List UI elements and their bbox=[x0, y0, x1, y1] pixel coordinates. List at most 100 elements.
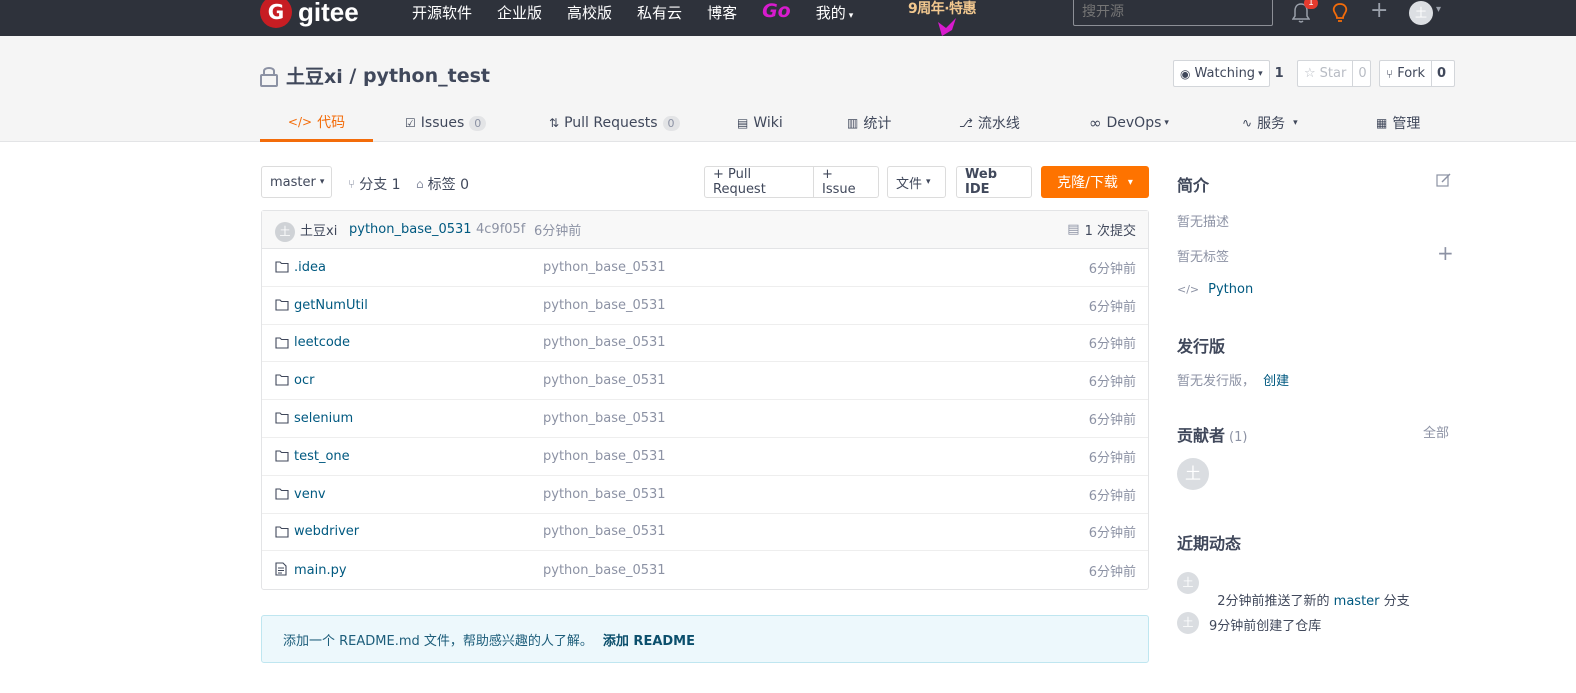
fork-count[interactable]: 0 bbox=[1431, 61, 1451, 86]
table-row[interactable]: main.py python_base_0531 6分钟前 bbox=[262, 551, 1148, 589]
file-commit-link[interactable]: python_base_0531 bbox=[543, 524, 666, 539]
gitee-logo[interactable]: G gitee bbox=[260, 0, 359, 28]
web-ide-button[interactable]: Web IDE bbox=[956, 166, 1032, 198]
file-commit-link[interactable]: python_base_0531 bbox=[543, 449, 666, 464]
file-menu-button[interactable]: 文件 ▾ bbox=[887, 166, 946, 198]
search-input[interactable] bbox=[1073, 0, 1273, 26]
fork-icon: ⑂ bbox=[1386, 66, 1394, 81]
nav-open-source[interactable]: 开源软件 bbox=[412, 2, 472, 23]
nav-enterprise[interactable]: 企业版 bbox=[497, 2, 542, 23]
tab-issues[interactable]: ☑ Issues 0 bbox=[405, 104, 487, 142]
chevron-down-icon: ▾ bbox=[848, 11, 854, 21]
file-name-link[interactable]: venv bbox=[294, 487, 326, 502]
table-row[interactable]: venv python_base_0531 6分钟前 bbox=[262, 476, 1148, 514]
commits-link[interactable]: ▤ 1 次提交 bbox=[1067, 220, 1136, 239]
table-row[interactable]: getNumUtil python_base_0531 6分钟前 bbox=[262, 287, 1148, 325]
repo-owner-link[interactable]: 土豆xi bbox=[286, 62, 343, 89]
repo-name-link[interactable]: python_test bbox=[363, 65, 490, 87]
edit-icon[interactable] bbox=[1436, 173, 1451, 192]
commit-hash[interactable]: 4c9f05f bbox=[476, 222, 525, 237]
pull-request-icon: ⇅ bbox=[549, 116, 560, 130]
chevron-down-icon[interactable]: ▾ bbox=[1436, 4, 1441, 15]
nav-private-cloud[interactable]: 私有云 bbox=[637, 2, 682, 23]
tab-manage[interactable]: ▦ 管理 bbox=[1376, 104, 1420, 142]
file-commit-link[interactable]: python_base_0531 bbox=[543, 411, 666, 426]
branch-select[interactable]: master ▾ bbox=[261, 166, 332, 198]
nav-education[interactable]: 高校版 bbox=[567, 2, 612, 23]
file-name-link[interactable]: test_one bbox=[294, 449, 350, 464]
star-count[interactable]: 0 bbox=[1352, 61, 1371, 86]
code-icon: </> bbox=[1177, 283, 1200, 296]
file-commit-link[interactable]: python_base_0531 bbox=[543, 373, 666, 388]
contributors-header: 贡献者 (1) bbox=[1177, 422, 1247, 446]
manage-icon: ▦ bbox=[1376, 116, 1388, 130]
add-readme-link[interactable]: 添加 README bbox=[603, 630, 695, 649]
user-avatar[interactable]: 土 bbox=[1409, 1, 1433, 25]
table-row[interactable]: ocr python_base_0531 6分钟前 bbox=[262, 362, 1148, 401]
file-name-link[interactable]: .idea bbox=[294, 260, 326, 275]
all-contributors-link[interactable]: 全部 bbox=[1423, 422, 1449, 441]
file-name-link[interactable]: main.py bbox=[294, 563, 347, 578]
commits-label: 1 次提交 bbox=[1084, 224, 1136, 239]
folder-icon bbox=[275, 487, 289, 500]
readme-hint: 添加一个 README.md 文件，帮助感兴趣的人了解。 添加 README bbox=[261, 615, 1149, 663]
nav-go[interactable]: Go bbox=[762, 0, 791, 23]
plus-icon[interactable]: + bbox=[1370, 0, 1388, 23]
clone-download-button[interactable]: 克隆/下载 ▾ bbox=[1041, 166, 1149, 198]
file-name-link[interactable]: selenium bbox=[294, 411, 353, 426]
tab-wiki[interactable]: ▤ Wiki bbox=[737, 104, 783, 142]
file-rows: .idea python_base_0531 6分钟前 getNumUtil pytho… bbox=[262, 249, 1148, 589]
table-row[interactable]: leetcode python_base_0531 6分钟前 bbox=[262, 325, 1148, 363]
branch-icon: ⑂ bbox=[348, 177, 356, 191]
commit-list-icon: ▤ bbox=[1067, 222, 1080, 237]
file-commit-link[interactable]: python_base_0531 bbox=[543, 260, 666, 275]
activity-avatar[interactable]: 土 bbox=[1177, 572, 1199, 594]
activity-branch-link[interactable]: master bbox=[1334, 594, 1380, 609]
file-name-link[interactable]: getNumUtil bbox=[294, 298, 368, 313]
activity-avatar[interactable]: 土 bbox=[1177, 612, 1199, 634]
file-commit-link[interactable]: python_base_0531 bbox=[543, 487, 666, 502]
lightbulb-icon[interactable] bbox=[1331, 2, 1349, 28]
commit-author[interactable]: 土豆xi bbox=[300, 220, 337, 239]
file-time: 6分钟前 bbox=[1088, 564, 1136, 580]
language-item[interactable]: </> Python bbox=[1177, 282, 1253, 297]
nav-my-label: 我的 bbox=[815, 4, 846, 22]
tab-pull-requests[interactable]: ⇅ Pull Requests 0 bbox=[549, 104, 680, 142]
fork-button[interactable]: ⑂ Fork 0 bbox=[1379, 60, 1455, 87]
star-button[interactable]: ☆ Star 0 bbox=[1297, 60, 1371, 87]
file-name-link[interactable]: ocr bbox=[294, 373, 314, 388]
chevron-down-icon: ▾ bbox=[1258, 68, 1263, 79]
nav-blog[interactable]: 博客 bbox=[707, 2, 737, 23]
new-issue-button[interactable]: + Issue bbox=[813, 166, 879, 198]
commit-author-avatar[interactable]: 土 bbox=[275, 222, 295, 242]
tab-pipeline[interactable]: ⎇ 流水线 bbox=[959, 104, 1020, 142]
file-list: 土 土豆xi python_base_0531 4c9f05f 6分钟前 ▤ 1 … bbox=[261, 210, 1149, 590]
watch-count[interactable]: 1 bbox=[1268, 61, 1289, 86]
commit-message[interactable]: python_base_0531 bbox=[349, 222, 472, 237]
create-release-link[interactable]: 创建 bbox=[1263, 374, 1289, 389]
tab-devops[interactable]: ∞ DevOps ▾ bbox=[1089, 104, 1169, 142]
tab-code[interactable]: </> 代码 bbox=[260, 104, 373, 142]
table-row[interactable]: test_one python_base_0531 6分钟前 bbox=[262, 438, 1148, 476]
table-row[interactable]: .idea python_base_0531 6分钟前 bbox=[262, 249, 1148, 287]
table-row[interactable]: selenium python_base_0531 6分钟前 bbox=[262, 400, 1148, 438]
top-navbar: G gitee 开源软件 企业版 高校版 私有云 博客 Go 我的 ▾ 9周年·特… bbox=[0, 0, 1576, 36]
file-icon bbox=[275, 562, 289, 576]
file-name-link[interactable]: leetcode bbox=[294, 335, 350, 350]
tab-service[interactable]: ∿ 服务 ▾ bbox=[1242, 104, 1298, 142]
contributor-avatar[interactable]: 土 bbox=[1177, 458, 1209, 490]
table-row[interactable]: webdriver python_base_0531 6分钟前 bbox=[262, 514, 1148, 552]
branches-link[interactable]: ⑂ 分支 1 bbox=[348, 174, 401, 194]
file-name-link[interactable]: webdriver bbox=[294, 524, 359, 539]
file-commit-link[interactable]: python_base_0531 bbox=[543, 298, 666, 313]
tags-link[interactable]: ⌂ 标签 0 bbox=[416, 174, 469, 194]
tab-label: 代码 bbox=[317, 114, 346, 131]
folder-icon bbox=[275, 449, 289, 462]
add-tag-icon[interactable]: + bbox=[1437, 241, 1454, 265]
nav-my[interactable]: 我的 ▾ bbox=[816, 2, 854, 23]
tab-stats[interactable]: ▥ 统计 bbox=[847, 104, 891, 142]
file-commit-link[interactable]: python_base_0531 bbox=[543, 335, 666, 350]
watch-button[interactable]: ◉ Watching ▾ 1 bbox=[1173, 60, 1284, 87]
file-commit-link[interactable]: python_base_0531 bbox=[543, 563, 666, 578]
new-pull-request-button[interactable]: + Pull Request bbox=[704, 166, 814, 198]
